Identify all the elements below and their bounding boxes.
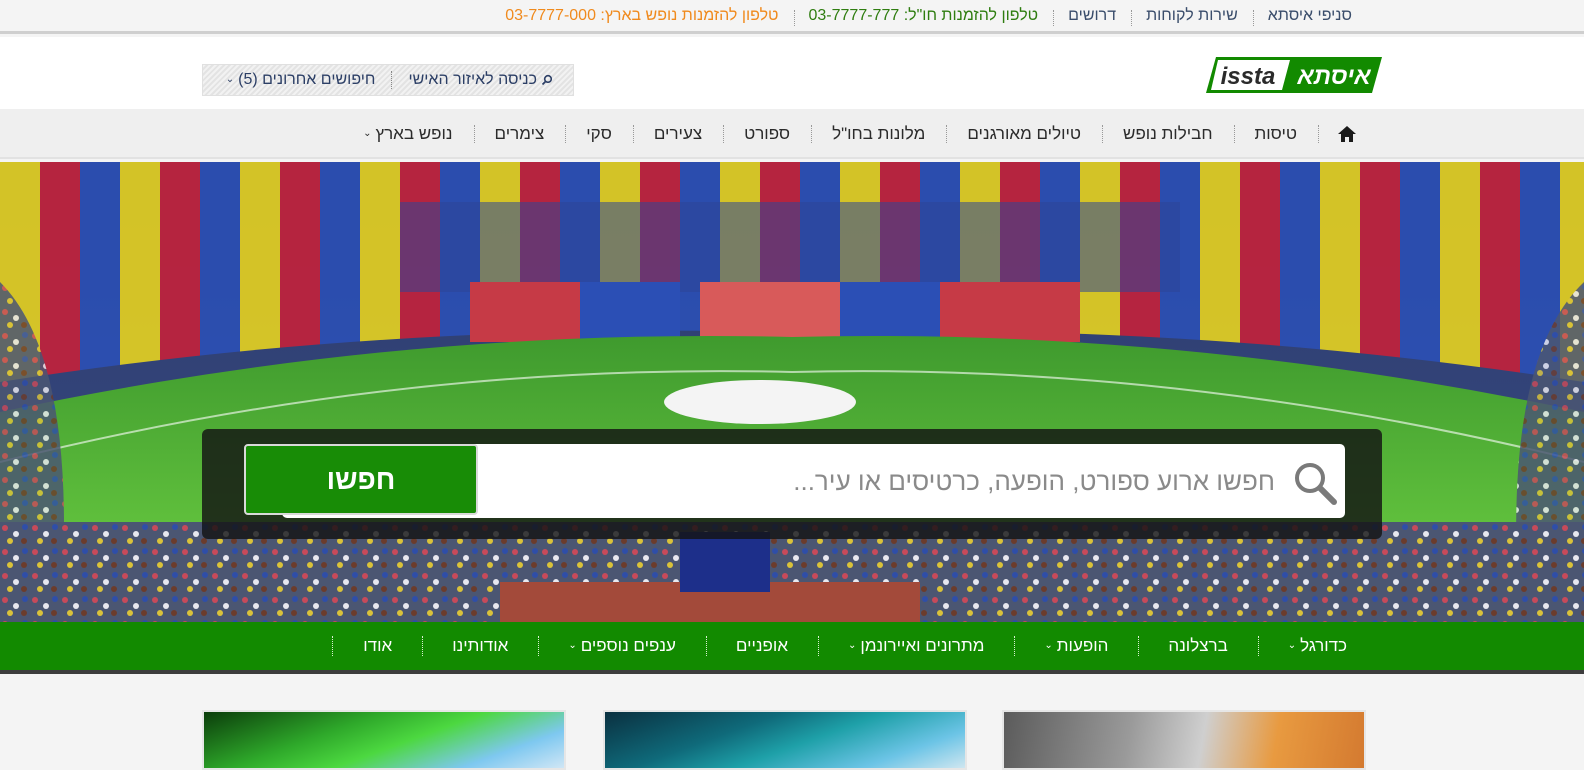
jobs-link[interactable]: דרושים [1053,7,1132,26]
chevron-down-icon: ⌄ [1044,639,1053,651]
subnav-label: הופעות [1056,636,1109,655]
issta-logo[interactable]: issta איסתא [1206,57,1382,93]
search-icon [1295,463,1337,505]
chevron-down-icon: ⌄ [363,127,372,139]
subnav-label: ברצלונה [1168,636,1228,655]
promo-card[interactable] [202,710,566,770]
local-phone-text: טלפון להזמנות נופש בארץ: 03-7777-000 [490,7,795,26]
chevron-down-icon: ⌄ [1287,639,1297,651]
nav-item-cabins[interactable]: צימרים [474,124,566,144]
nav-label: מלונות בחו"ל [832,124,926,143]
sport-subnav: כדורגל ⌄ ברצלונה הופעות ⌄ מתרונים ואיירונמ… [0,622,1584,674]
nav-item-organized[interactable]: טיולים מאורגנים [946,124,1103,144]
chevron-down-icon: ⌄ [568,639,577,651]
subnav-label: כדורגל [1300,636,1347,655]
nav-item-ski[interactable]: סקי [565,124,634,144]
promo-card[interactable] [603,710,967,770]
subnav-label: אודו [363,636,393,655]
nav-label: טיסות [1254,124,1297,143]
subnav-label: אופניים [735,636,789,655]
nav-label: נופש בארץ [375,124,453,143]
site-header: issta איסתא כניסה לאיזור האישי חיפושים א… [0,37,1584,109]
recent-searches-label: חיפושים אחרונים (5) [238,71,376,88]
nav-label: צימרים [494,124,545,143]
chevron-down-icon: ⌄ [848,639,857,651]
cards-row [0,710,1584,770]
promo-card[interactable] [1002,710,1366,770]
home-icon [1338,126,1356,142]
branches-link[interactable]: סניפי איסתא [1253,7,1367,25]
top-utility-bar: סניפי איסתא שירות לקוחות דרושים טלפון לה… [0,0,1584,34]
personal-area-label: כניסה לאיזור האישי [408,71,537,88]
subnav-item-shows[interactable]: הופעות ⌄ [1014,636,1140,656]
subnav-item-more[interactable]: ענפים נוספים ⌄ [538,636,707,656]
nav-label: טיולים מאורגנים [967,124,1082,143]
nav-label: צעירים [653,124,703,143]
nav-label: ספורט [744,124,791,143]
chevron-down-icon: ⌄ [225,73,235,85]
search-button[interactable]: חפשו [244,444,478,515]
subnav-label: מתרונים ואיירונמן [860,636,985,655]
recent-searches-button[interactable]: חיפושים אחרונים (5) ⌄ [210,71,392,89]
subnav-item-about[interactable]: אודו [332,636,424,656]
subnav-item-marathons[interactable]: מתרונים ואיירונמן ⌄ [818,636,1016,656]
subnav-item-about-us[interactable]: אודותינו [422,636,540,656]
hero-banner: חפשו [0,162,1584,622]
main-navigation: טיסות חבילות נופש טיולים מאורגנים מלונות… [0,109,1584,159]
subnav-item-barcelona[interactable]: ברצלונה [1138,636,1260,656]
abroad-phone-text: טלפון להזמנות חו"ל: 03-7777-777 [794,7,1054,26]
nav-item-local[interactable]: נופש בארץ ⌄ [342,124,475,144]
personal-area-button[interactable]: כניסה לאיזור האישי [392,71,573,89]
nav-item-hotels[interactable]: מלונות בחו"ל [811,124,948,144]
subnav-item-football[interactable]: כדורגל ⌄ [1258,636,1377,656]
subnav-label: ענפים נוספים [580,636,676,655]
top-links: סניפי איסתא שירות לקוחות דרושים טלפון לה… [490,0,1367,32]
nav-label: סקי [586,124,612,143]
subnav-label: אודותינו [452,636,509,655]
nav-item-sport[interactable]: ספורט [723,124,813,144]
nav-home[interactable] [1318,126,1368,142]
nav-label: חבילות נופש [1123,124,1213,143]
nav-item-flights[interactable]: טיסות [1234,124,1320,144]
stadium-image [0,162,1584,622]
search-icon [541,74,553,86]
user-box: כניסה לאיזור האישי חיפושים אחרונים (5) ⌄ [202,64,574,96]
logo-text-he: איסתא [1296,63,1371,90]
customer-service-link[interactable]: שירות לקוחות [1131,7,1254,26]
logo-text-en: issta [1221,63,1276,90]
subnav-item-bikes[interactable]: אופניים [706,636,820,656]
nav-item-packages[interactable]: חבילות נופש [1102,124,1236,144]
nav-item-youth[interactable]: צעירים [633,124,725,144]
